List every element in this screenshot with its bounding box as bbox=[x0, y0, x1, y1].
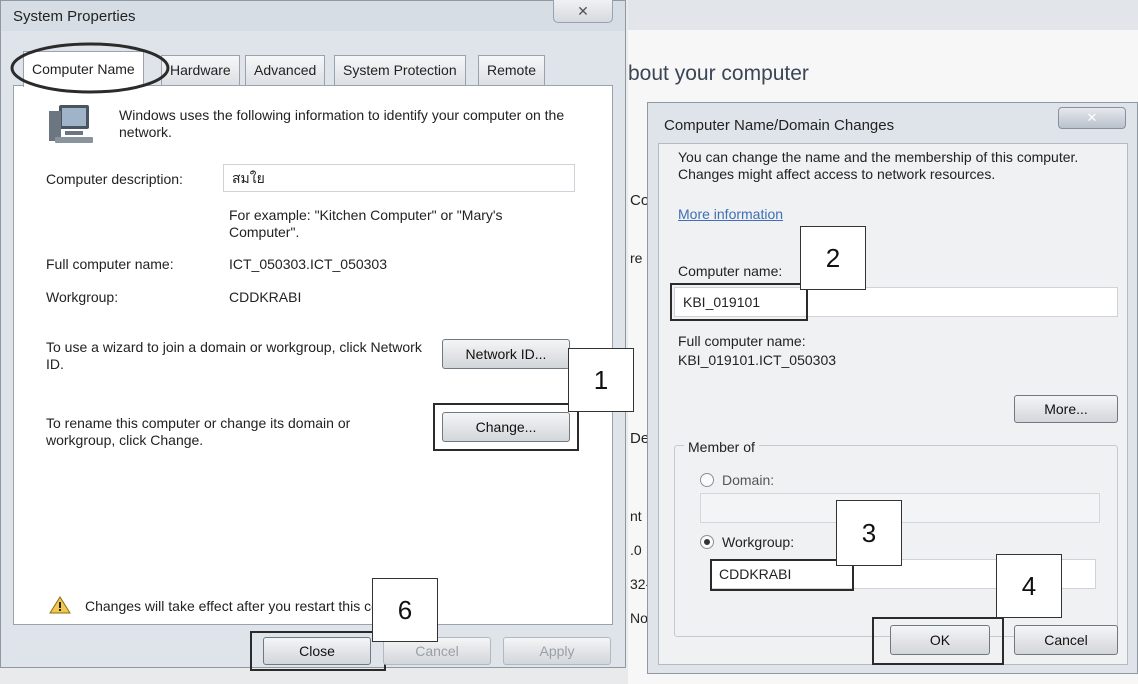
workgroup-value: CDDKRABI bbox=[229, 289, 302, 305]
full-computer-name-label: Full computer name: bbox=[678, 333, 806, 349]
ok-button[interactable]: OK bbox=[890, 625, 990, 655]
dialog-title: System Properties bbox=[13, 8, 136, 25]
step-marker-6: 6 bbox=[372, 578, 438, 642]
description-example-text: For example: "Kitchen Computer" or "Mary… bbox=[229, 207, 503, 240]
member-of-label: Member of bbox=[684, 439, 759, 455]
computer-description-label: Computer description: bbox=[46, 171, 183, 187]
background-heading: bout your computer bbox=[628, 62, 809, 85]
apply-button[interactable]: Apply bbox=[503, 637, 611, 665]
background-fragment: .0 bbox=[630, 542, 642, 558]
computer-description-field[interactable]: สมใย bbox=[223, 164, 575, 192]
tab-advanced[interactable]: Advanced bbox=[245, 55, 326, 85]
background-fragment: nt bbox=[630, 508, 642, 524]
full-computer-name-value: KBI_019101.ICT_050303 bbox=[678, 352, 837, 368]
computer-name-label: Computer name: bbox=[678, 263, 783, 279]
dialog-title: Computer Name/Domain Changes bbox=[664, 117, 895, 134]
rename-instructions: To rename this computer or change its do… bbox=[46, 415, 351, 448]
domain-label: Domain: bbox=[722, 472, 775, 488]
close-icon: ✕ bbox=[577, 3, 589, 19]
change-button[interactable]: Change... bbox=[442, 412, 570, 442]
more-information-link[interactable]: More information bbox=[678, 206, 783, 222]
network-id-button[interactable]: Network ID... bbox=[442, 339, 570, 369]
more-button[interactable]: More... bbox=[1014, 395, 1118, 423]
system-properties-dialog: System Properties ✕ Computer Name Hardwa… bbox=[0, 0, 626, 671]
step-marker-3: 3 bbox=[836, 500, 902, 566]
close-window-button[interactable]: ✕ bbox=[553, 0, 613, 23]
step-3-highlight bbox=[710, 559, 854, 591]
workgroup-label: Workgroup: bbox=[722, 534, 795, 550]
background-fragment: re bbox=[630, 250, 643, 266]
tab-highlight-circle bbox=[10, 42, 170, 94]
tab-system-protection[interactable]: System Protection bbox=[334, 55, 466, 85]
computer-name-domain-changes-dialog: Computer Name/Domain Changes ✕ You can c… bbox=[647, 102, 1138, 674]
tab-remote[interactable]: Remote bbox=[478, 55, 546, 85]
network-id-instructions: To use a wizard to join a domain or work… bbox=[46, 339, 422, 372]
full-computer-name-label: Full computer name: bbox=[46, 256, 174, 272]
workgroup-label: Workgroup: bbox=[46, 289, 119, 305]
workgroup-radio[interactable] bbox=[700, 535, 714, 549]
info-text: You can change the name and the membersh… bbox=[678, 149, 1079, 182]
step-marker-2: 2 bbox=[800, 226, 866, 290]
intro-text: Windows uses the following information t… bbox=[119, 107, 565, 140]
close-window-button[interactable]: ✕ bbox=[1058, 107, 1126, 129]
cancel-button[interactable]: Cancel bbox=[1014, 625, 1118, 655]
full-computer-name-value: ICT_050303.ICT_050303 bbox=[229, 256, 387, 272]
computer-icon bbox=[49, 105, 93, 143]
step-marker-4: 4 bbox=[996, 554, 1062, 618]
step-2-highlight bbox=[670, 283, 808, 321]
close-button[interactable]: Close bbox=[263, 637, 371, 665]
background-fragment: No bbox=[630, 610, 648, 626]
domain-radio[interactable] bbox=[700, 473, 714, 487]
step-marker-1: 1 bbox=[568, 348, 634, 412]
close-icon: ✕ bbox=[1086, 110, 1098, 125]
background-title-bar bbox=[628, 0, 1138, 30]
warning-icon bbox=[49, 596, 71, 614]
